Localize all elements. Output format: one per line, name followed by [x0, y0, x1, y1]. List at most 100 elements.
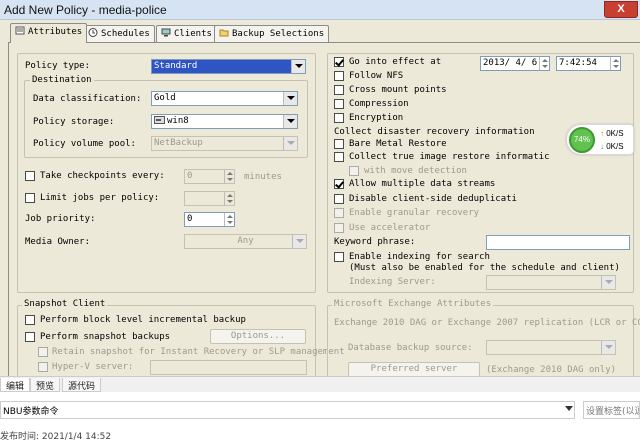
limit-jobs-input[interactable] — [184, 191, 235, 206]
block-level-label: Perform block level incremental backup — [40, 315, 246, 325]
chevron-down-icon[interactable] — [565, 406, 573, 411]
move-detection-label: with move detection — [364, 166, 467, 176]
indexing-server-select[interactable] — [486, 275, 616, 290]
policy-storage-value: win8 — [167, 116, 189, 126]
chevron-down-icon — [291, 60, 305, 73]
policy-storage-select[interactable]: win8 — [151, 114, 298, 129]
limit-jobs-label: Limit jobs per policy: — [40, 193, 160, 203]
dag-text: Exchange 2010 DAG or Exchange 2007 repli… — [334, 318, 640, 328]
options-button[interactable]: Options... — [210, 329, 306, 344]
tab-preview[interactable]: 预览 — [30, 378, 61, 392]
job-priority-input[interactable]: 0 — [184, 212, 235, 227]
snapshot-backups-checkbox[interactable] — [25, 332, 35, 342]
attributes-icon — [15, 26, 25, 35]
indexing-checkbox[interactable] — [334, 252, 344, 262]
cross-mount-checkbox[interactable] — [334, 85, 344, 95]
tab-attributes[interactable]: Attributes — [10, 23, 88, 43]
tags-input[interactable]: 设置标签(以逗 — [583, 401, 640, 419]
checkpoints-checkbox[interactable] — [25, 171, 35, 181]
hyperv-checkbox[interactable] — [38, 362, 48, 372]
snapshot-backups-label: Perform snapshot backups — [40, 332, 171, 342]
spinner-icon[interactable] — [539, 57, 549, 70]
data-classification-label: Data classification: — [33, 94, 142, 104]
chevron-down-icon — [292, 235, 306, 248]
multi-streams-label: Allow multiple data streams — [349, 179, 496, 189]
tab-clients[interactable]: Clients — [156, 25, 217, 42]
go-into-effect-checkbox[interactable] — [334, 57, 344, 67]
spinner-icon[interactable] — [224, 192, 234, 205]
policy-window: Add New Policy - media-police X Attribut… — [0, 0, 640, 376]
chevron-down-icon — [283, 137, 297, 150]
network-monitor-widget: 74% ↑ 0K/S ↓ 0K/S — [566, 124, 634, 155]
folder-icon — [219, 29, 229, 37]
tab-attributes-label: Attributes — [28, 27, 83, 37]
accelerator-checkbox[interactable] — [334, 223, 344, 233]
media-owner-value: Any — [237, 236, 254, 246]
indexing-label: Enable indexing for search — [349, 252, 490, 262]
cross-mount-label: Cross mount points — [349, 85, 447, 95]
disable-dedup-label: Disable client-side deduplicati — [349, 194, 517, 204]
db-source-label: Database backup source: — [348, 343, 473, 353]
time-input[interactable]: 7:42:54 — [556, 56, 621, 71]
hyperv-input[interactable] — [150, 360, 307, 375]
granular-recovery-checkbox[interactable] — [334, 208, 344, 218]
checkpoints-value: 0 — [187, 171, 193, 181]
spinner-icon[interactable] — [224, 213, 234, 226]
keyword-input[interactable] — [486, 235, 630, 250]
data-classification-value: Gold — [154, 93, 176, 103]
date-value: 2013/ 4/ 6 — [483, 58, 538, 68]
tab-edit[interactable]: 编辑 — [0, 378, 31, 392]
limit-jobs-checkbox[interactable] — [25, 193, 35, 203]
indexing-server-label: Indexing Server: — [349, 277, 436, 287]
spinner-icon[interactable] — [610, 57, 620, 70]
tab-backup-selections[interactable]: Backup Selections — [214, 25, 330, 42]
db-source-select[interactable] — [486, 340, 616, 355]
preferred-server-button[interactable]: Preferred server list... — [348, 362, 480, 376]
media-owner-label: Media Owner: — [25, 237, 91, 247]
checkpoints-unit: minutes — [244, 172, 282, 182]
move-detection-checkbox[interactable] — [349, 166, 359, 176]
follow-nfs-label: Follow NFS — [349, 71, 404, 81]
bare-metal-label: Bare Metal Restore — [349, 139, 447, 149]
policy-type-select[interactable]: Standard — [151, 59, 306, 74]
job-priority-label: Job priority: — [25, 214, 96, 224]
tab-schedules[interactable]: Schedules — [83, 25, 155, 42]
encryption-checkbox[interactable] — [334, 113, 344, 123]
tab-clients-label: Clients — [174, 29, 212, 39]
granular-recovery-label: Enable granular recovery — [349, 208, 480, 218]
bare-metal-checkbox[interactable] — [334, 139, 344, 149]
chevron-down-icon — [601, 341, 615, 354]
time-value: 7:42:54 — [559, 58, 597, 68]
exchange-title: Microsoft Exchange Attributes — [332, 299, 494, 309]
collect-true-image-checkbox[interactable] — [334, 152, 344, 162]
net-usage-percent: 74% — [569, 127, 595, 153]
data-classification-select[interactable]: Gold — [151, 91, 298, 106]
tab-source[interactable]: 源代码 — [62, 378, 102, 392]
disable-dedup-checkbox[interactable] — [334, 194, 344, 204]
keyword-label: Keyword phrase: — [334, 237, 416, 247]
close-button[interactable]: X — [604, 1, 638, 18]
arrow-down-icon: ↓ — [600, 142, 604, 151]
tags-placeholder: 设置标签(以逗 — [586, 407, 640, 417]
date-input[interactable]: 2013/ 4/ 6 — [480, 56, 550, 71]
preferred-note: (Exchange 2010 DAG only) — [486, 365, 617, 375]
multi-streams-checkbox[interactable] — [334, 179, 344, 189]
media-owner-select[interactable]: Any — [184, 234, 307, 249]
computer-icon — [161, 28, 171, 37]
retain-snapshot-checkbox[interactable] — [38, 347, 48, 357]
tab-schedules-label: Schedules — [101, 29, 150, 39]
follow-nfs-checkbox[interactable] — [334, 71, 344, 81]
subject-input[interactable]: NBU参数命令 — [0, 401, 575, 419]
arrow-up-icon: ↑ — [600, 129, 604, 138]
collect-dr-label: Collect disaster recovery information — [334, 127, 535, 137]
checkpoints-input[interactable]: 0 — [184, 169, 235, 184]
checkpoints-label: Take checkpoints every: — [40, 171, 165, 181]
go-into-effect-label: Go into effect at — [349, 57, 442, 67]
compression-checkbox[interactable] — [334, 99, 344, 109]
spinner-icon[interactable] — [224, 170, 234, 183]
upload-speed: 0K/S — [606, 129, 624, 138]
tab-backup-selections-label: Backup Selections — [232, 29, 325, 39]
chevron-down-icon — [601, 276, 615, 289]
volume-pool-select[interactable]: NetBackup — [151, 136, 298, 151]
block-level-checkbox[interactable] — [25, 315, 35, 325]
